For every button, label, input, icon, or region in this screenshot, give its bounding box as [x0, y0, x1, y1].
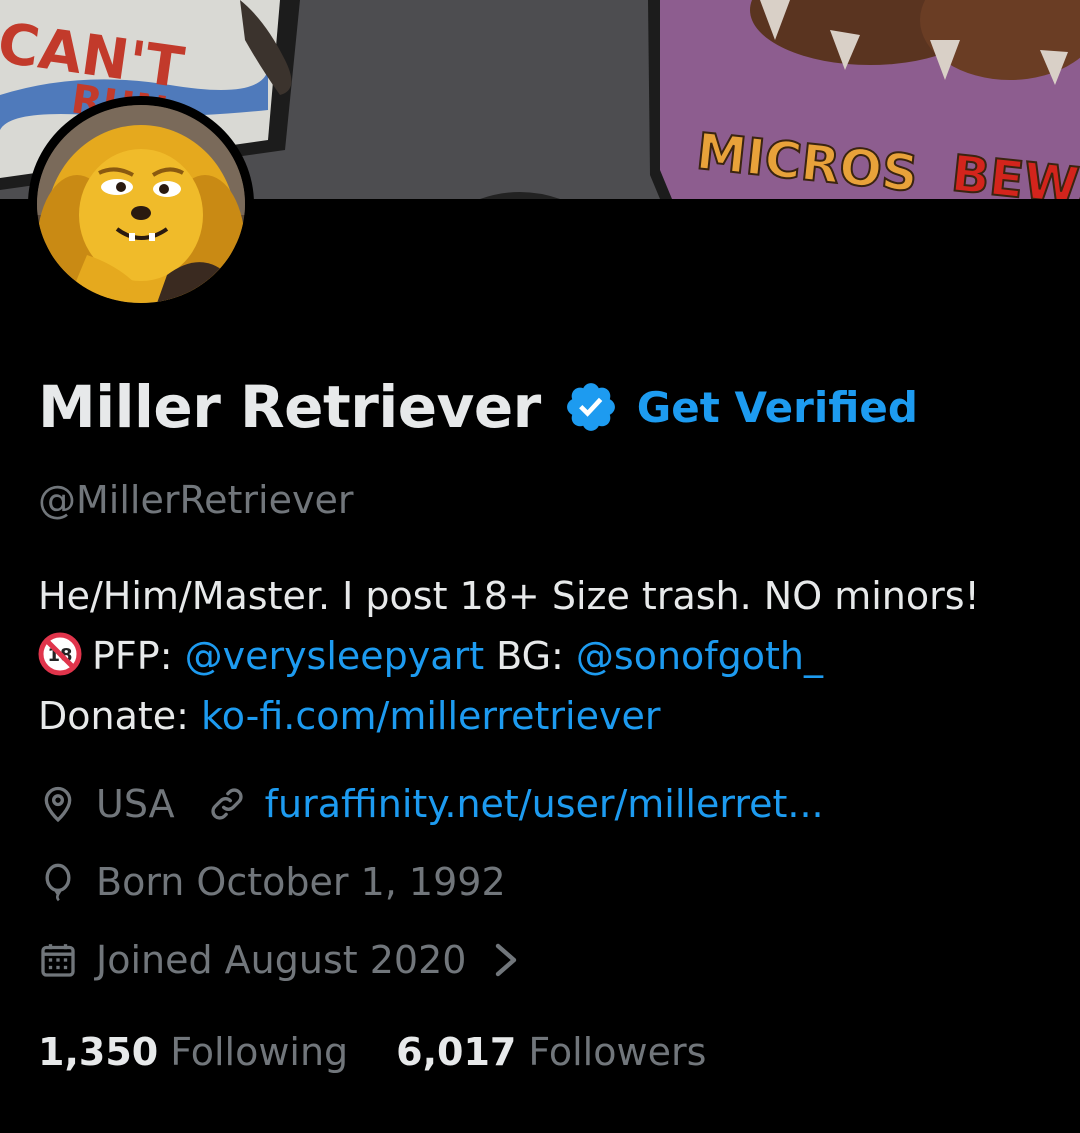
- following-stat[interactable]: 1,350 Following: [38, 1030, 348, 1074]
- location-text: USA: [96, 782, 175, 826]
- profile-meta-row-joined[interactable]: Joined August 2020: [38, 938, 520, 982]
- followers-count: 6,017: [396, 1030, 517, 1074]
- followers-label: Followers: [528, 1030, 707, 1074]
- balloon-icon: [45, 863, 71, 902]
- profile-meta-row-location: USA furaffinity.net/user/millerret...: [38, 782, 824, 826]
- followers-stat[interactable]: 6,017 Followers: [396, 1030, 706, 1074]
- bio-line-2: 18PFP: @verysleepyart BG: @sonofgoth_: [38, 626, 1068, 686]
- bio-line-3: Donate: ko-fi.com/millerretriever: [38, 686, 1068, 746]
- chevron-right-icon[interactable]: [494, 940, 520, 980]
- bio-donate-label: Donate:: [38, 694, 202, 738]
- bio-pfp-mention-link[interactable]: @verysleepyart: [185, 634, 485, 678]
- joined-date-text: Joined August 2020: [96, 938, 467, 982]
- bio-pfp-label: PFP:: [92, 634, 185, 678]
- following-count: 1,350: [38, 1030, 159, 1074]
- following-label: Following: [170, 1030, 349, 1074]
- follow-stats: 1,350 Following 6,017 Followers: [38, 1030, 754, 1074]
- bio: He/Him/Master. I post 18+ Size trash. NO…: [38, 566, 1068, 746]
- location-pin-icon: [44, 786, 72, 823]
- bio-donate-link[interactable]: ko-fi.com/millerretriever: [201, 694, 660, 738]
- avatar-image: [37, 105, 245, 303]
- link-icon: [211, 788, 243, 820]
- website-link[interactable]: furaffinity.net/user/millerret...: [265, 782, 824, 826]
- verified-badge-icon[interactable]: [563, 379, 619, 435]
- bio-bg-label: BG:: [484, 634, 576, 678]
- profile-meta-row-birthday: Born October 1, 1992: [38, 860, 506, 904]
- avatar[interactable]: [28, 96, 254, 312]
- bio-bg-mention-link[interactable]: @sonofgoth_: [576, 634, 823, 678]
- display-name: Miller Retriever: [38, 373, 541, 441]
- get-verified-link[interactable]: Get Verified: [637, 383, 918, 432]
- username-handle: @MillerRetriever: [38, 478, 354, 522]
- no-under-18-icon: 18: [38, 632, 82, 676]
- name-row: Miller Retriever Get Verified: [38, 372, 918, 442]
- birthday-text: Born October 1, 1992: [96, 860, 506, 904]
- calendar-icon: [41, 944, 75, 977]
- bio-line-1: He/Him/Master. I post 18+ Size trash. NO…: [38, 574, 980, 618]
